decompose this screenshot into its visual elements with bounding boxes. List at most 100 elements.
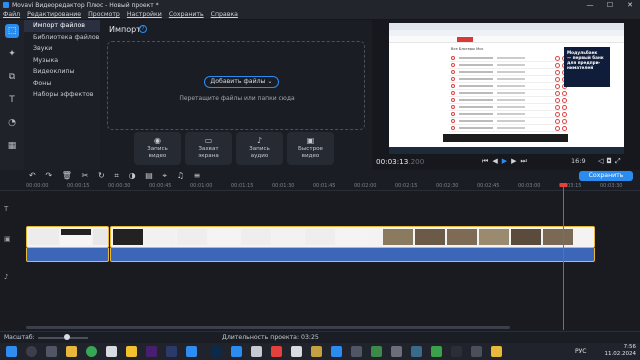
sidebar-item-videoclips[interactable]: Видеоклипы — [24, 66, 100, 78]
close-button[interactable]: ✕ — [620, 0, 640, 10]
screen-capture-button[interactable]: ▭ Захват экрана — [185, 132, 232, 165]
sidebar-item-file-library[interactable]: Библиотека файлов — [24, 32, 100, 44]
ruler-tick: 00:02:00 — [354, 183, 377, 189]
video-clip[interactable] — [26, 226, 109, 248]
list-item — [449, 62, 569, 69]
app-icon[interactable] — [291, 346, 302, 357]
transitions-icon[interactable]: ⧉ — [5, 70, 19, 84]
zoom-slider[interactable] — [38, 337, 88, 339]
app-icon[interactable] — [311, 346, 322, 357]
duration-value: 03:25 — [301, 334, 319, 341]
ruler-tick: 00:00:30 — [108, 183, 131, 189]
sidebar-item-effect-sets[interactable]: Наборы эффектов — [24, 89, 100, 101]
start-icon[interactable] — [6, 346, 17, 357]
zoom-slider-knob[interactable] — [64, 334, 70, 340]
after-effects-icon[interactable] — [146, 346, 157, 357]
save-button[interactable]: Сохранить — [579, 171, 633, 181]
delete-icon[interactable]: 🗑 — [62, 170, 72, 181]
app-icon[interactable] — [186, 346, 197, 357]
next-frame-icon[interactable]: ▶ — [511, 157, 516, 166]
skip-back-icon[interactable]: ⏮ — [482, 157, 488, 166]
search-icon[interactable] — [26, 346, 37, 357]
fullscreen-icon[interactable]: ⤢ — [615, 157, 624, 165]
playhead[interactable] — [563, 183, 564, 330]
ruler-tick: 00:01:45 — [313, 183, 336, 189]
import-icon[interactable]: ⬚ — [5, 24, 19, 38]
app-icon[interactable] — [106, 346, 117, 357]
drop-zone[interactable]: Добавить файлы ⌄ Перетащите файлы или па… — [107, 41, 365, 130]
aspect-ratio-select[interactable]: 16:9 — [571, 157, 586, 165]
maximize-button[interactable]: ☐ — [600, 0, 620, 10]
minimize-button[interactable]: — — [580, 0, 600, 10]
add-files-button[interactable]: Добавить файлы ⌄ — [204, 76, 279, 88]
app-icon[interactable] — [491, 346, 502, 357]
app-icon[interactable] — [411, 346, 422, 357]
app-icon[interactable] — [166, 346, 177, 357]
record-audio-button[interactable]: ♪ Запись аудио — [236, 132, 283, 165]
photoshop-icon[interactable] — [211, 346, 222, 357]
properties-icon[interactable]: ≡ — [194, 170, 201, 181]
snapshot-icon[interactable]: ◘ — [606, 157, 615, 165]
sidebar-item-music[interactable]: Музыка — [24, 55, 100, 67]
mic-record-icon[interactable]: ♫ — [177, 170, 184, 181]
movavi-icon[interactable] — [231, 346, 242, 357]
sidebar-item-backgrounds[interactable]: Фоны — [24, 78, 100, 90]
more-tools-icon[interactable]: ▦ — [5, 139, 19, 153]
video-clip[interactable] — [110, 226, 595, 248]
skip-forward-icon[interactable]: ⏭ — [520, 157, 526, 166]
app-icon[interactable] — [371, 346, 382, 357]
video-track-icon: ▣ — [4, 235, 11, 243]
app-icon[interactable] — [431, 346, 442, 357]
audio-clip[interactable] — [26, 248, 109, 262]
menu-view[interactable]: Просмотр — [88, 11, 120, 18]
time-value: 00:03:13 — [376, 157, 409, 166]
stabilize-icon[interactable]: ⌖ — [163, 170, 168, 181]
audio-clip[interactable] — [110, 248, 595, 262]
titles-icon[interactable]: T — [5, 93, 19, 107]
timeline-scrollbar[interactable] — [26, 326, 510, 329]
sidebar-item-sounds[interactable]: Звуки — [24, 43, 100, 55]
sidebar-item-import-files[interactable]: Импорт файлов — [24, 20, 100, 32]
menu-bar: Файл Редактирование Просмотр Настройки С… — [0, 10, 640, 20]
stickers-icon[interactable]: ◔ — [5, 116, 19, 130]
tile-label: Запись — [147, 146, 168, 152]
chrome-icon[interactable] — [86, 346, 97, 357]
cut-icon[interactable]: ✂ — [82, 170, 89, 181]
preview-screen[interactable]: Все Блогеры Мск Модульбанк — первый банк… — [389, 23, 624, 154]
yandex-icon[interactable] — [126, 346, 137, 357]
timeline-ruler[interactable]: 00:00:00 00:00:15 00:00:30 00:00:45 00:0… — [0, 181, 640, 191]
menu-settings[interactable]: Настройки — [127, 11, 162, 18]
record-video-button[interactable]: ◉ Запись видео — [134, 132, 181, 165]
captured-taskbar — [389, 147, 624, 154]
ruler-tick: 00:00:15 — [67, 183, 90, 189]
slideshow-icon[interactable]: ▤ — [145, 170, 153, 181]
app-icon[interactable] — [271, 346, 282, 357]
crop-icon[interactable]: ⌗ — [114, 170, 119, 181]
wand-icon: ▣ — [306, 136, 315, 145]
embedded-player-bar — [443, 134, 568, 142]
menu-file[interactable]: Файл — [3, 11, 20, 18]
app-icon[interactable] — [391, 346, 402, 357]
task-view-icon[interactable] — [46, 346, 57, 357]
app-icon[interactable] — [471, 346, 482, 357]
menu-edit[interactable]: Редактирование — [27, 11, 81, 18]
clock[interactable]: 7:56 11.02.2024 — [605, 344, 637, 358]
menu-save[interactable]: Сохранить — [169, 11, 204, 18]
redo-icon[interactable]: ↷ — [45, 170, 52, 181]
effects-icon[interactable]: ✦ — [5, 47, 19, 61]
app-icon[interactable] — [251, 346, 262, 357]
prev-frame-icon[interactable]: ◀ — [492, 157, 497, 166]
color-icon[interactable]: ◑ — [129, 170, 136, 181]
explorer-icon[interactable] — [66, 346, 77, 357]
language-indicator[interactable]: РУС — [575, 348, 586, 355]
quick-video-button[interactable]: ▣ Быстрое видео — [287, 132, 334, 165]
ruler-tick: 00:02:15 — [395, 183, 418, 189]
app-icon[interactable] — [351, 346, 362, 357]
app-icon[interactable] — [451, 346, 462, 357]
help-icon[interactable]: ? — [139, 25, 147, 33]
rotate-icon[interactable]: ↻ — [98, 170, 105, 181]
menu-help[interactable]: Справка — [211, 11, 238, 18]
undo-icon[interactable]: ↶ — [29, 170, 36, 181]
play-icon[interactable]: ▶ — [502, 157, 507, 166]
app-icon[interactable] — [331, 346, 342, 357]
